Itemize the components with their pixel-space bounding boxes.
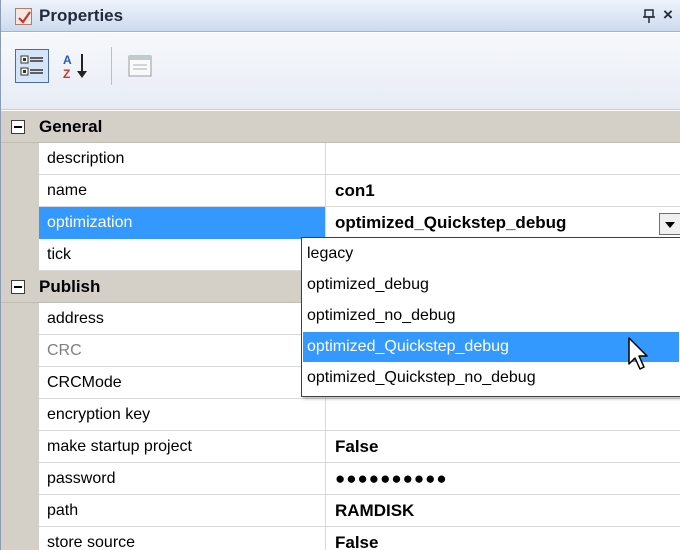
property-name: optimization	[39, 207, 326, 239]
property-name: make startup project	[39, 431, 326, 463]
row-gutter	[1, 143, 39, 175]
row-gutter	[1, 175, 39, 207]
row-gutter	[1, 335, 39, 367]
dropdown-option[interactable]: optimized_no_debug	[303, 301, 679, 331]
property-name: CRC	[39, 335, 326, 367]
pin-icon[interactable]	[641, 8, 657, 24]
property-pages-icon[interactable]	[123, 49, 157, 83]
row-gutter	[1, 367, 39, 399]
property-row-description[interactable]: description	[1, 143, 680, 175]
property-row-store-source[interactable]: store source False	[1, 527, 680, 550]
property-row-name[interactable]: name con1	[1, 175, 680, 207]
window-title: Properties	[39, 6, 124, 25]
dropdown-option-highlighted[interactable]: optimized_Quickstep_debug	[303, 332, 679, 362]
dropdown-option[interactable]: legacy	[303, 239, 679, 269]
collapse-icon[interactable]	[11, 120, 25, 134]
row-gutter	[1, 303, 39, 335]
property-name: path	[39, 495, 326, 527]
row-gutter	[1, 431, 39, 463]
category-label: General	[39, 117, 103, 136]
categorized-icon[interactable]	[15, 49, 49, 83]
properties-panel: Properties × A Z General description nam…	[0, 0, 680, 550]
property-name: address	[39, 303, 326, 335]
property-row-optimization[interactable]: optimization optimized_Quickstep_debug	[1, 207, 680, 239]
row-gutter	[1, 399, 39, 431]
dropdown-option[interactable]: optimized_debug	[303, 270, 679, 300]
svg-text:A: A	[63, 53, 72, 67]
property-value[interactable]	[327, 143, 680, 175]
property-name: encryption key	[39, 399, 326, 431]
property-name: CRCMode	[39, 367, 326, 399]
collapse-icon[interactable]	[11, 280, 25, 294]
property-name: tick	[39, 239, 326, 271]
property-value[interactable]: optimized_Quickstep_debug	[327, 207, 680, 239]
optimization-dropdown-list: legacy optimized_debug optimized_no_debu…	[301, 237, 680, 397]
property-value[interactable]: con1	[327, 175, 680, 207]
category-general[interactable]: General	[1, 111, 680, 143]
property-name: name	[39, 175, 326, 207]
property-name: store source	[39, 527, 326, 550]
row-gutter	[1, 239, 39, 271]
property-value[interactable]: False	[327, 527, 680, 550]
category-label: Publish	[39, 277, 101, 296]
svg-text:Z: Z	[63, 67, 70, 81]
dropdown-option[interactable]: optimized_Quickstep_no_debug	[303, 363, 679, 393]
row-gutter	[1, 495, 39, 527]
toolbar: A Z	[1, 33, 680, 110]
property-row-encryption-key[interactable]: encryption key	[1, 399, 680, 431]
mouse-cursor-icon	[627, 336, 653, 372]
property-value[interactable]: False	[327, 431, 680, 463]
row-gutter	[1, 463, 39, 495]
property-row-password[interactable]: password ●●●●●●●●●●	[1, 463, 680, 495]
alphabetical-sort-icon[interactable]: A Z	[59, 49, 93, 83]
close-icon[interactable]: ×	[663, 6, 680, 24]
property-value[interactable]	[327, 399, 680, 431]
property-value[interactable]: ●●●●●●●●●●	[327, 463, 680, 495]
property-name: password	[39, 463, 326, 495]
dropdown-arrow-icon[interactable]	[659, 213, 680, 235]
properties-window-icon	[15, 8, 32, 25]
row-gutter	[1, 527, 39, 550]
title-bar: Properties ×	[1, 0, 680, 32]
property-value[interactable]: RAMDISK	[327, 495, 680, 527]
property-name: description	[39, 143, 326, 175]
row-gutter	[1, 207, 39, 239]
property-row-path[interactable]: path RAMDISK	[1, 495, 680, 527]
toolbar-separator	[111, 47, 112, 85]
property-row-make-startup-project[interactable]: make startup project False	[1, 431, 680, 463]
